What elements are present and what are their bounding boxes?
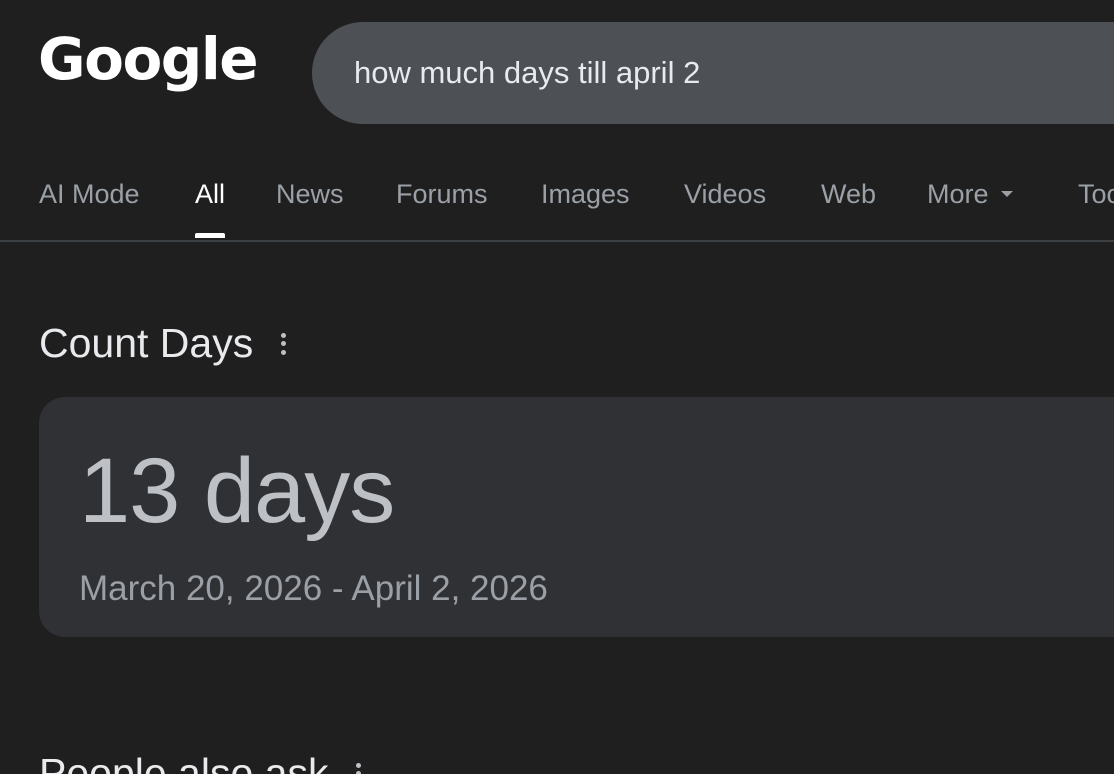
people-also-ask-title: People also ask (39, 750, 329, 774)
tab-more-label: More (927, 179, 989, 209)
tab-images[interactable]: Images (541, 179, 630, 210)
chevron-down-icon (1000, 190, 1013, 197)
tab-all[interactable]: All (195, 179, 226, 238)
tab-tools[interactable]: Tools (1078, 179, 1114, 210)
count-days-title: Count Days (39, 320, 254, 366)
search-input[interactable] (354, 55, 1054, 91)
people-also-ask-heading: People also ask (39, 750, 362, 774)
search-bar[interactable] (312, 22, 1114, 124)
days-result: 13 days (79, 440, 395, 542)
count-days-heading: Count Days (39, 320, 287, 367)
tab-ai-mode[interactable]: AI Mode (39, 179, 140, 210)
tab-forums[interactable]: Forums (396, 179, 488, 210)
search-tabs: AI Mode All News Forums Images Videos We… (0, 165, 1114, 242)
date-range: March 20, 2026 - April 2, 2026 (79, 569, 548, 608)
more-vert-icon[interactable] (281, 332, 287, 355)
more-vert-icon[interactable] (356, 762, 362, 774)
tab-web[interactable]: Web (821, 179, 876, 210)
google-logo[interactable]: Google (38, 30, 259, 88)
search-results-page: Google AI Mode All News Forums Images Vi… (0, 0, 1114, 774)
tab-videos[interactable]: Videos (684, 179, 766, 210)
tab-news[interactable]: News (276, 179, 344, 210)
tab-more[interactable]: More (927, 179, 1013, 210)
count-days-card: 13 days March 20, 2026 - April 2, 2026 (39, 397, 1114, 637)
